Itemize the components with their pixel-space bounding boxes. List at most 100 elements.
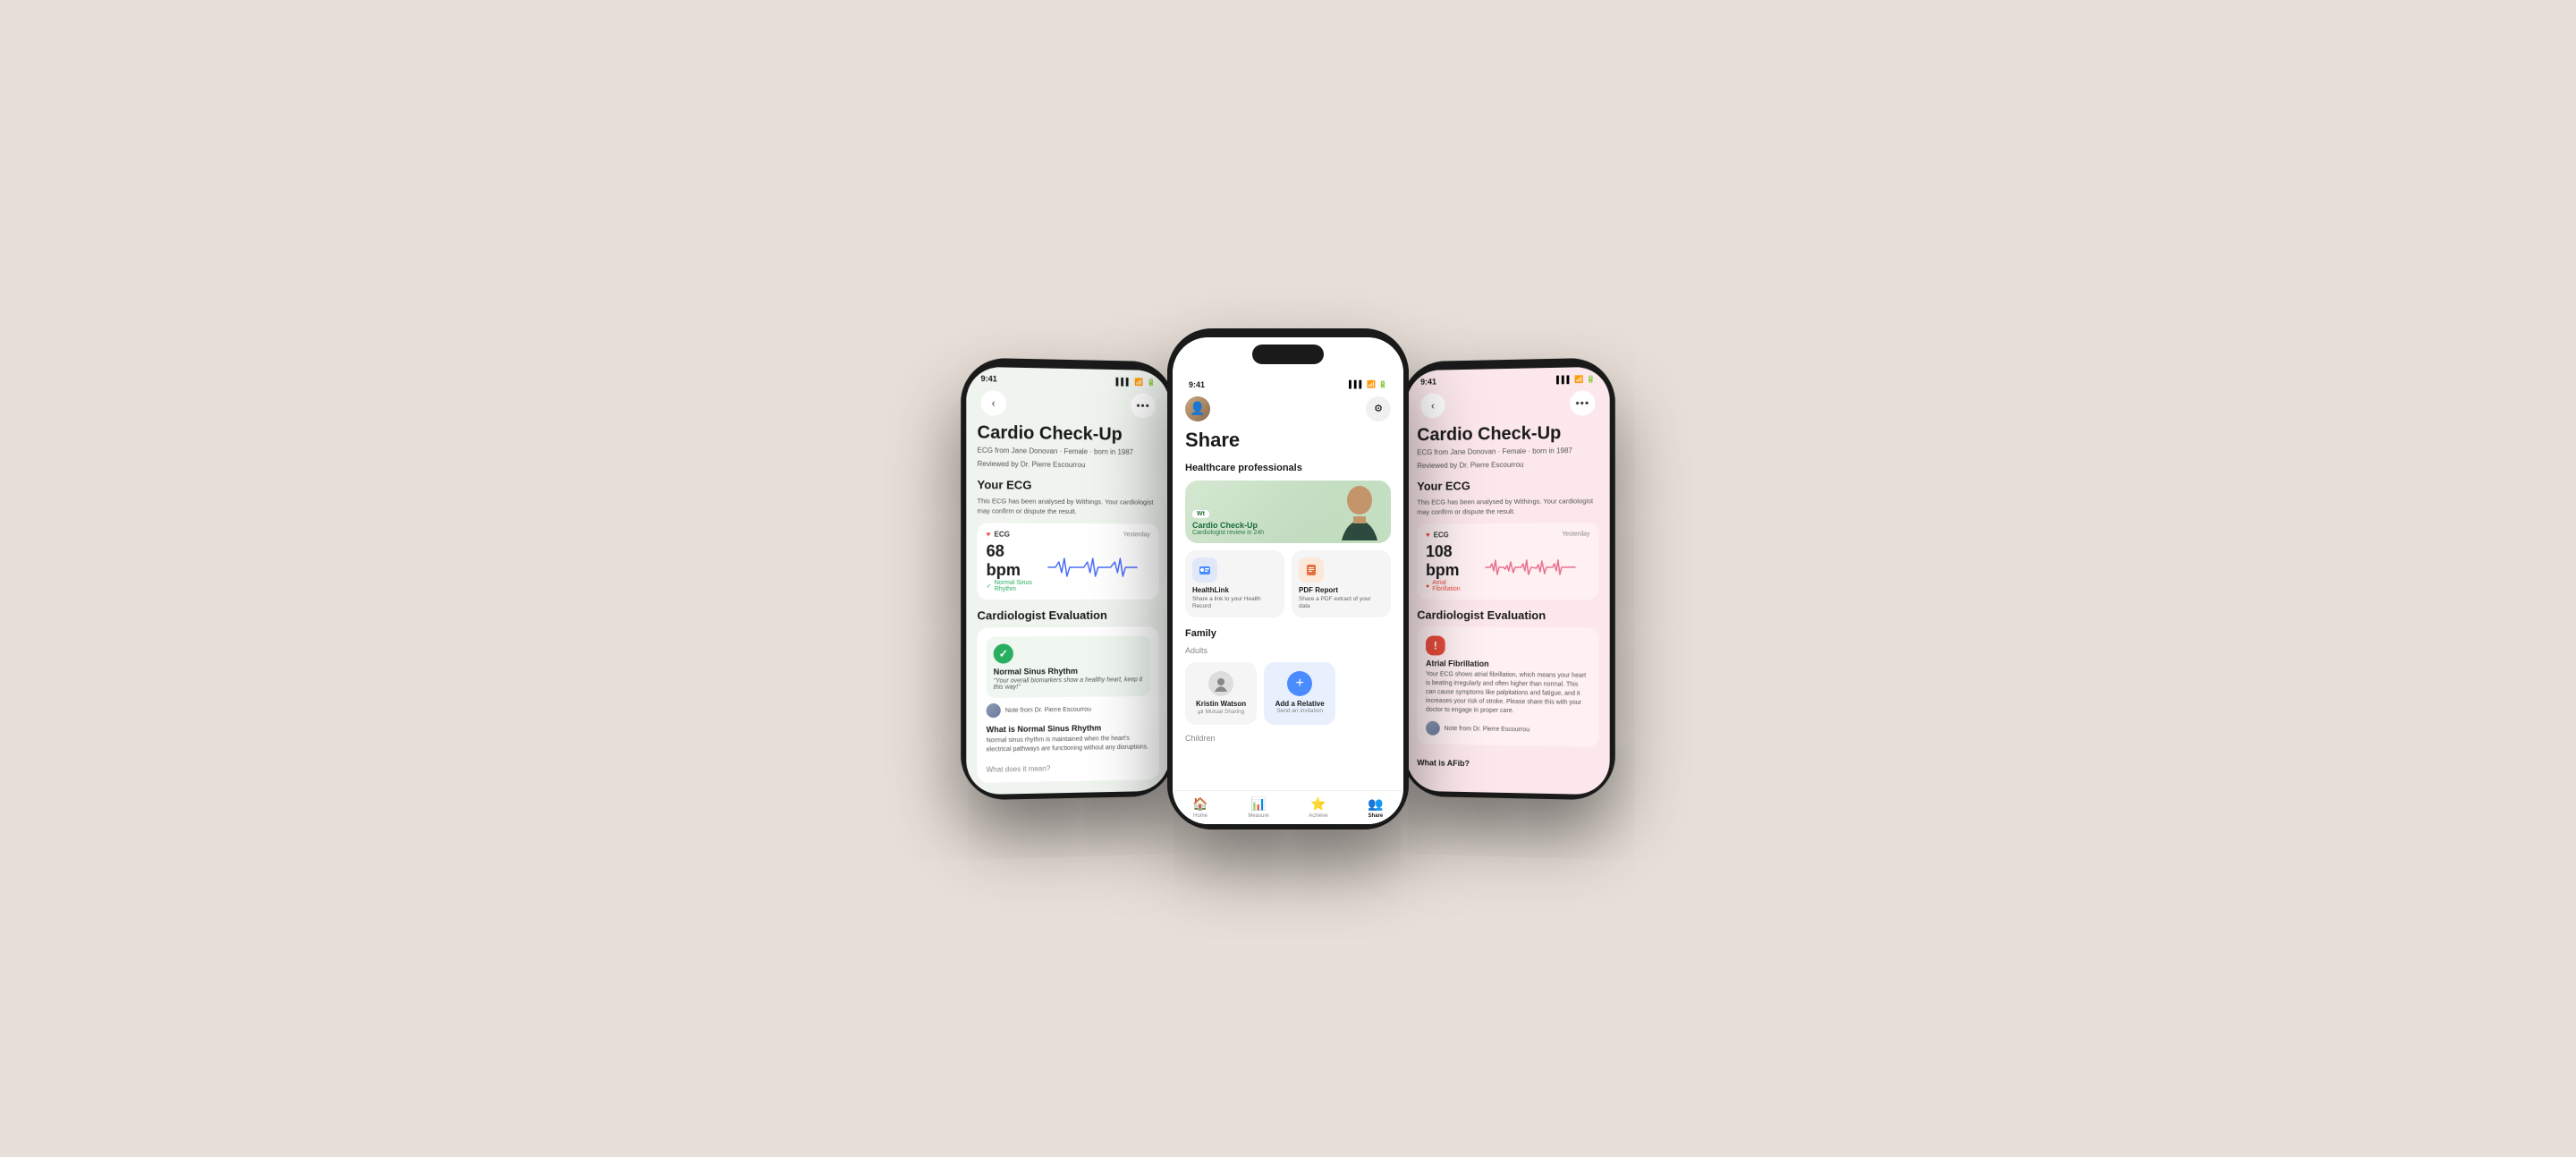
profile-avatar[interactable]: 👤: [1185, 396, 1210, 421]
measure-icon: 📊: [1250, 796, 1266, 812]
right-what-is-title: What is AFib?: [1417, 758, 1598, 770]
right-status-time: 9:41: [1420, 377, 1436, 386]
phones-container: 9:41 ▌▌▌ 📶 🔋 ‹ ••• Cardio Check-Up ECG f…: [841, 328, 1735, 829]
tab-home[interactable]: 🏠 Home: [1192, 796, 1208, 819]
professional-card-content: Wt Cardio Check-Up Cardiologist review i…: [1192, 504, 1264, 536]
professional-card-title: Cardio Check-Up: [1192, 521, 1264, 530]
afib-dot: ●: [1426, 583, 1429, 589]
left-subtitle-1: ECG from Jane Donovan · Female · born in…: [977, 445, 1158, 457]
left-status-icons: ▌▌▌ 📶 🔋: [1116, 377, 1156, 386]
pdf-desc: Share a PDF extract of your data: [1299, 596, 1384, 611]
left-doctor-note: Note from Dr. Pierre Escourrou: [987, 702, 1150, 718]
battery-icon: 🔋: [1378, 380, 1387, 388]
left-title: Cardio Check-Up: [977, 422, 1158, 446]
left-content: Cardio Check-Up ECG from Jane Donovan · …: [966, 422, 1169, 783]
left-ecg-desc: This ECG has been analysed by Withings. …: [977, 497, 1158, 516]
right-content: Cardio Check-Up ECG from Jane Donovan · …: [1407, 422, 1610, 780]
tab-share-label: Share: [1368, 813, 1384, 819]
children-label: Children: [1185, 734, 1391, 743]
add-relative-card[interactable]: + Add a Relative Send an invitation: [1264, 662, 1335, 725]
battery-icon: 🔋: [1147, 378, 1156, 386]
right-doctor-note: Note from Dr. Pierre Escourrou: [1426, 721, 1589, 738]
center-profile-row: 👤 ⚙: [1173, 393, 1403, 429]
left-what-is-title: What is Normal Sinus Rhythm: [987, 723, 1150, 735]
healthlink-title: HealthLink: [1192, 586, 1277, 594]
center-screen: 9:41 ▌▌▌ 📶 🔋 👤 ⚙: [1173, 337, 1403, 824]
right-ecg-rhythm: ● Atrial Fibrillation: [1426, 580, 1471, 592]
doctor-avatar: [987, 703, 1001, 718]
professionals-title: Healthcare professionals: [1185, 463, 1391, 473]
add-relative-button[interactable]: +: [1287, 671, 1312, 696]
right-status-icons: ▌▌▌ 📶 🔋: [1556, 374, 1595, 383]
tab-measure[interactable]: 📊 Measure: [1248, 796, 1268, 819]
left-what-does-it-mean[interactable]: What does it mean?: [987, 762, 1150, 773]
pdf-report-card[interactable]: PDF Report Share a PDF extract of your d…: [1292, 550, 1391, 617]
phone-right: 9:41 ▌▌▌ 📶 🔋 ‹ ••• Cardio Check-Up ECG f…: [1402, 357, 1615, 800]
left-cardiologist-heading: Cardiologist Evaluation: [977, 608, 1158, 623]
right-diagnosis-name: Atrial Fibrillation: [1426, 659, 1589, 669]
diagnosis-icon-green: ✓: [994, 643, 1013, 663]
left-screen: 9:41 ▌▌▌ 📶 🔋 ‹ ••• Cardio Check-Up ECG f…: [966, 366, 1169, 795]
professional-card-sub: Cardiologist review in 24h: [1192, 530, 1264, 536]
tab-achieve[interactable]: ⭐ Achieve: [1309, 796, 1327, 819]
tab-bar: 🏠 Home 📊 Measure ⭐ Achieve 👥 Share: [1173, 790, 1403, 824]
left-ecg-wave: [1035, 555, 1150, 580]
more-button[interactable]: •••: [1131, 393, 1155, 418]
share-title: Share: [1185, 429, 1391, 452]
left-diagnosis-name: Normal Sinus Rhythm: [994, 666, 1143, 676]
home-icon: 🏠: [1192, 796, 1208, 812]
kristin-watson-card[interactable]: Kristin Watson ⇄ Mutual Sharing: [1185, 662, 1257, 725]
professional-card[interactable]: Wt Cardio Check-Up Cardiologist review i…: [1185, 481, 1391, 543]
tab-share[interactable]: 👥 Share: [1368, 796, 1383, 819]
phone-center: 9:41 ▌▌▌ 📶 🔋 👤 ⚙: [1167, 328, 1409, 829]
center-content: Share Healthcare professionals Wt Cardio…: [1173, 429, 1403, 750]
center-status-icons: ▌▌▌ 📶 🔋: [1349, 380, 1387, 388]
dynamic-island: [1252, 345, 1324, 364]
tab-home-label: Home: [1193, 813, 1208, 819]
left-ecg-heading: Your ECG: [977, 478, 1158, 493]
right-subtitle-2: Reviewed by Dr. Pierre Escourrou: [1417, 458, 1598, 470]
kristin-avatar: [1208, 671, 1233, 696]
right-cardiologist-heading: Cardiologist Evaluation: [1417, 608, 1598, 623]
left-ecg-card[interactable]: ♥ ECG Yesterday 68 bpm ✓ Normal Sinus Rh…: [977, 523, 1158, 600]
right-doctor-avatar: [1426, 721, 1440, 736]
right-nav: ‹ •••: [1407, 386, 1610, 425]
left-diagnosis-card: ✓ Normal Sinus Rhythm "Your overall biom…: [987, 635, 1150, 698]
wifi-icon: 📶: [1367, 380, 1376, 388]
right-title: Cardio Check-Up: [1417, 422, 1598, 446]
add-relative-title: Add a Relative: [1275, 700, 1325, 708]
right-ecg-desc: This ECG has been analysed by Withings. …: [1417, 497, 1598, 516]
right-screen: 9:41 ▌▌▌ 📶 🔋 ‹ ••• Cardio Check-Up ECG f…: [1407, 366, 1610, 795]
right-ecg-bpm: 108 bpm: [1426, 542, 1471, 580]
left-what-is: What is Normal Sinus Rhythm Normal sinus…: [987, 716, 1150, 761]
right-ecg-label: ♥ ECG: [1426, 531, 1449, 539]
right-ecg-time: Yesterday: [1562, 531, 1589, 537]
check-icon: ✓: [987, 583, 992, 590]
afib-warning-icon: !: [1426, 635, 1445, 655]
doctor-image: [1267, 481, 1391, 543]
left-ecg-bpm: 68 bpm: [987, 542, 1036, 580]
left-subtitle-2: Reviewed by Dr. Pierre Escourrou: [977, 458, 1158, 470]
back-button[interactable]: ‹: [981, 390, 1006, 416]
left-what-is-text: Normal sinus rhythm is maintained when t…: [987, 734, 1150, 754]
center-status-bar: 9:41 ▌▌▌ 📶 🔋: [1173, 373, 1403, 393]
kristin-status: ⇄ Mutual Sharing: [1198, 708, 1244, 716]
right-ecg-heading: Your ECG: [1417, 478, 1598, 493]
wifi-icon: 📶: [1574, 374, 1583, 382]
right-more-button[interactable]: •••: [1570, 390, 1595, 416]
tools-row: HealthLink Share a link to your Health R…: [1185, 550, 1391, 617]
add-relative-sub: Send an invitation: [1276, 708, 1323, 714]
signal-icon: ▌▌▌: [1116, 377, 1131, 385]
right-ecg-card[interactable]: ♥ ECG Yesterday 108 bpm ● Atrial Fibrill…: [1417, 523, 1598, 600]
tab-measure-label: Measure: [1248, 813, 1268, 819]
healthlink-icon: [1199, 564, 1211, 576]
right-back-button[interactable]: ‹: [1420, 393, 1445, 418]
left-diagnosis-quote: "Your overall biomarkers show a healthy …: [994, 676, 1143, 691]
healthlink-card[interactable]: HealthLink Share a link to your Health R…: [1185, 550, 1284, 617]
professional-badge: Wt: [1192, 510, 1209, 518]
wifi-icon: 📶: [1134, 377, 1143, 385]
family-section: Family Adults K: [1185, 628, 1391, 743]
signal-icon: ▌▌▌: [1556, 375, 1572, 383]
settings-button[interactable]: ⚙: [1366, 396, 1391, 421]
pdf-title: PDF Report: [1299, 586, 1384, 594]
